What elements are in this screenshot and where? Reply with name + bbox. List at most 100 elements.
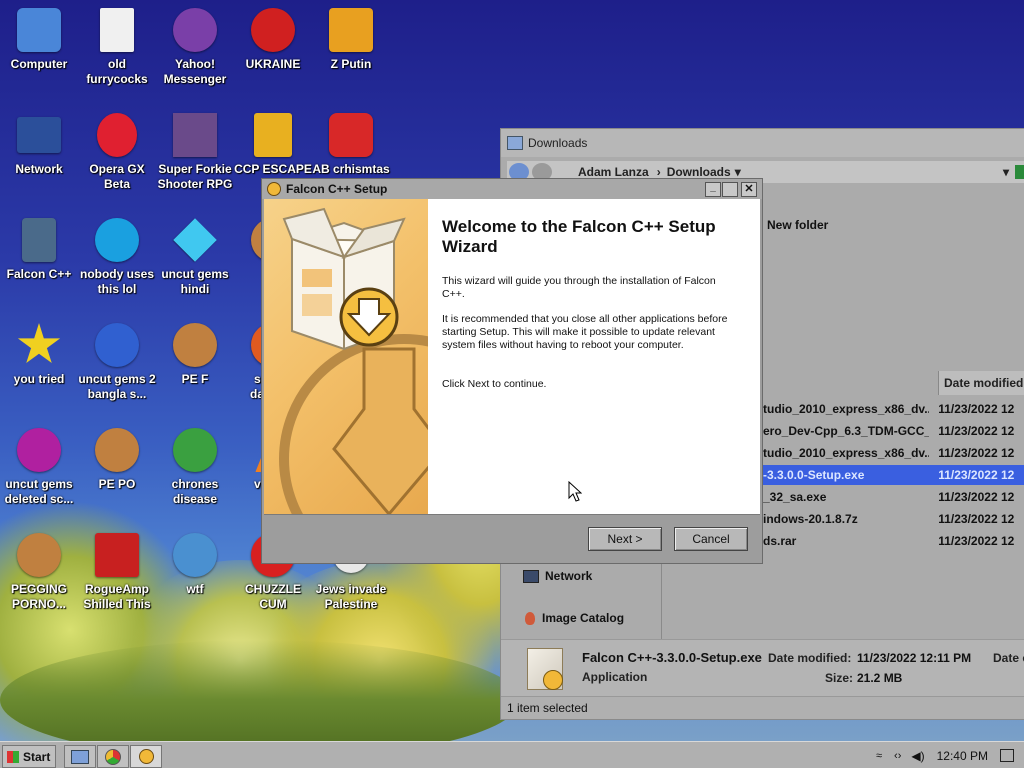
desktop-icon[interactable]: Yahoo! Messenger [156,6,234,87]
desktop-icon[interactable]: AB crhismtas [312,111,390,177]
taskbar-explorer-button[interactable] [64,745,96,768]
game-character-icon-shape [173,113,217,157]
skype-icon-shape [95,218,139,262]
maximize-button[interactable] [722,182,738,197]
new-folder-button[interactable]: New folder [767,218,828,232]
star-icon-shape [17,323,61,364]
desktop-icon[interactable]: PE F [156,321,234,387]
desktop-icon[interactable]: PE PO [78,426,156,492]
wizard-text-intro: This wizard will guide you through the i… [442,275,716,300]
desktop-icon[interactable]: chrones disease [156,426,234,507]
radiation-icon [249,6,297,54]
yahoo-icon [171,6,219,54]
file-row[interactable]: tudio_2010_express_x86_dv... 11/23/2022 1… [763,399,1024,419]
breadcrumb-item-downloads[interactable]: Downloads [667,165,731,179]
taskbar: Start ≈ ‹› ◀) 12:40 PM [0,741,1024,768]
desktop-icon[interactable]: wtf [156,531,234,597]
angry-bird-icon [327,111,375,159]
chevron-down-icon[interactable]: ▾ [735,165,741,179]
explorer-titlebar[interactable]: Downloads [501,129,1024,157]
document-icon [93,6,141,54]
letter-z-icon [327,6,375,54]
desktop: Computer old furrycocks Yahoo! Messenger UK… [0,0,1024,741]
desktop-icon-label: AB crhismtas [312,162,390,176]
partial-icon [15,531,63,579]
cancel-button[interactable]: Cancel [674,527,748,551]
file-date: 11/23/2022 12 [938,490,1015,504]
refresh-icon[interactable] [1015,165,1024,179]
status-text: 1 item selected [507,701,588,715]
desktop-icon[interactable]: uncut gems 2 bangla s... [78,321,156,402]
taskbar-setup-button[interactable] [130,745,162,768]
desktop-icon-label: old furrycocks [86,57,148,86]
desktop-icon[interactable]: Super Forkie Shooter RPG [156,111,234,192]
file-row[interactable]: ero_Dev-Cpp_6.3_TDM-GCC_... 11/23/2022 12 [763,421,1024,441]
desktop-icon[interactable]: Falcon C++ [0,216,78,282]
desktop-icon[interactable]: Opera GX Beta [78,111,156,192]
start-button[interactable]: Start [2,745,56,768]
nav-item-network[interactable]: Network [523,569,592,583]
file-row[interactable]: tudio_2010_express_x86_dv... 11/23/2022 1… [763,443,1024,463]
action-center-icon[interactable] [999,749,1014,762]
star-icon [15,321,63,369]
nav-item-image-catalog[interactable]: Image Catalog [525,611,624,625]
trash-icon [15,216,63,264]
desktop-icon[interactable]: Z Putin [312,6,390,72]
desktop-icon[interactable]: you tried [0,321,78,387]
chrome-icon [171,426,219,474]
chrome-icon [105,748,121,765]
clock[interactable]: 12:40 PM [937,749,988,763]
malwarebytes-icon-shape [95,533,139,577]
diamond-icon [171,216,219,264]
next-button[interactable]: Next > [588,527,662,551]
desktop-icon[interactable]: PEGGING PORNO... [0,531,78,612]
file-name: _32_sa.exe [763,490,827,504]
desktop-icon[interactable]: uncut gems deleted sc... [0,426,78,507]
installer-down-arrow-icon [543,670,563,690]
breadcrumb-item-user[interactable]: Adam Lanza [578,165,649,179]
minimize-button[interactable]: _ [705,182,721,197]
desktop-icon[interactable]: nobody uses this lol [78,216,156,297]
file-row[interactable]: ds.rar 11/23/2022 12 [763,531,1024,551]
close-button[interactable]: ✕ [741,182,757,197]
gem-orb-icon [15,426,63,474]
file-row[interactable]: -3.3.0.0-Setup.exe 11/23/2022 12 [763,465,1024,485]
desktop-icon-label: Z Putin [330,57,372,71]
file-date: 11/23/2022 12 [938,512,1015,526]
game-character-icon [171,111,219,159]
setup-titlebar[interactable]: Falcon C++ Setup _ ✕ [262,179,762,199]
volume-icon[interactable]: ◀) [911,749,924,763]
partial-icon-shape [95,428,139,472]
desktop-icon[interactable]: old furrycocks [78,6,156,87]
show-hidden-icons-icon[interactable]: ≈ [876,750,882,762]
gem-orb-icon-shape [17,428,61,472]
setup-title: Falcon C++ Setup [286,182,388,196]
wizard-text-continue: Click Next to continue. [442,378,547,390]
column-header-date[interactable]: Date modified [938,371,1024,395]
installer-box-illustration [279,207,428,514]
desktop-icon[interactable]: UKRAINE [234,6,312,72]
file-row[interactable]: _32_sa.exe 11/23/2022 12 [763,487,1024,507]
desktop-icon-label: UKRAINE [245,57,301,71]
desktop-icon[interactable]: RogueAmp Shilled This [78,531,156,612]
globe-icon [171,531,219,579]
malwarebytes-icon [93,531,141,579]
partial-icon-shape [17,533,61,577]
windows-logo-icon [7,750,19,763]
wizard-heading: Welcome to the Falcon C++ Setup Wizard [442,217,716,256]
desktop-icon-label: Jews invade Palestine [315,582,387,611]
file-name: ero_Dev-Cpp_6.3_TDM-GCC_... [763,424,930,438]
desktop-icon[interactable]: Network [0,111,78,177]
desktop-icon-label: nobody uses this lol [79,267,154,296]
skype-icon [93,216,141,264]
taskbar-chrome-button[interactable] [97,745,129,768]
desktop-icon[interactable]: Computer [0,6,78,72]
file-row[interactable]: indows-20.1.8.7z 11/23/2022 12 [763,509,1024,529]
dialog-separator [264,514,760,515]
file-name: tudio_2010_express_x86_dv... [763,446,930,460]
address-dropdown-icon[interactable]: ▾ [1003,165,1009,179]
setup-dialog[interactable]: Falcon C++ Setup _ ✕ Welcome to the Falc… [261,178,763,564]
desktop-icon[interactable]: uncut gems hindi [156,216,234,297]
network-tray-icon[interactable]: ‹› [894,750,901,762]
desktop-icon[interactable]: CCP ESCAPE [234,111,312,177]
